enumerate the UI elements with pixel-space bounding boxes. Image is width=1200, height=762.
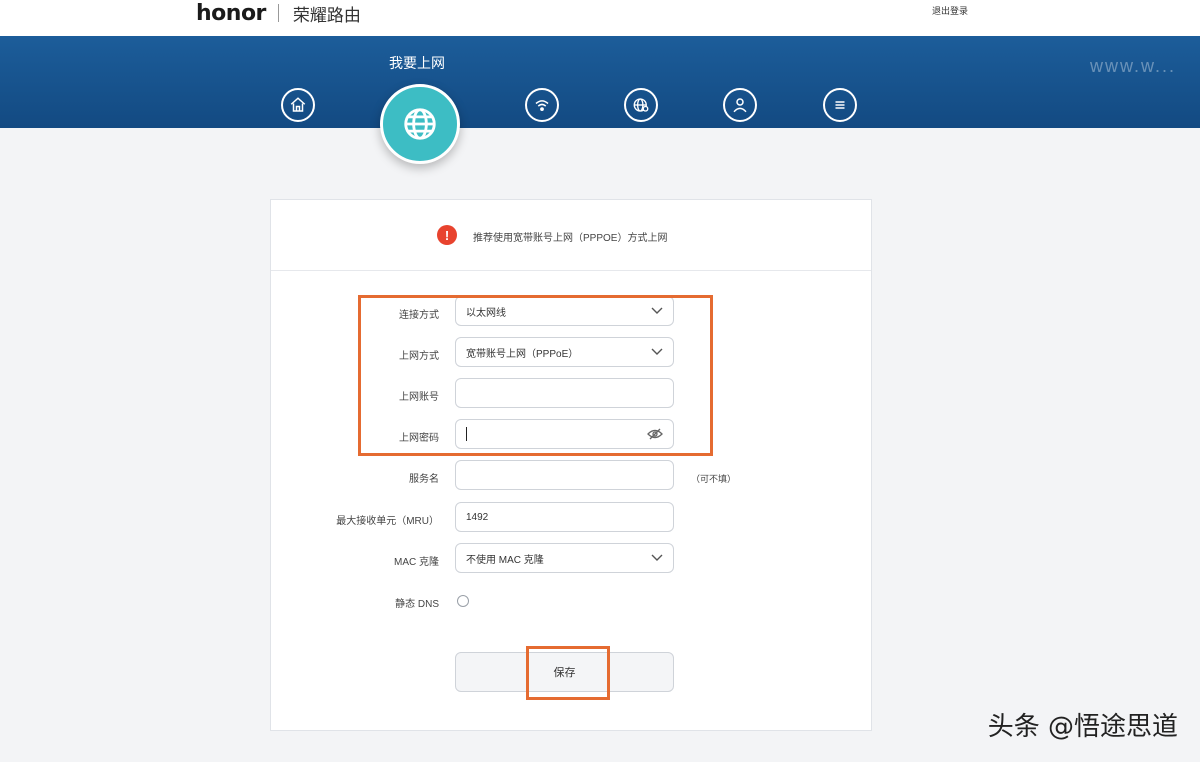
mac-select[interactable]: 不使用 MAC 克隆: [455, 543, 674, 573]
alert-icon: !: [437, 225, 457, 245]
service-input[interactable]: [455, 460, 674, 490]
wifi-icon: [535, 100, 549, 111]
dns-toggle[interactable]: [457, 595, 469, 607]
mru-input[interactable]: 1492: [455, 502, 674, 532]
home-icon: [290, 97, 306, 112]
logout-link[interactable]: 退出登录: [932, 4, 968, 17]
user-icon: [733, 98, 747, 113]
notice-text: 推荐使用宽带账号上网（PPPOE）方式上网: [473, 233, 668, 244]
menu-icon: [835, 101, 845, 109]
top-header: honor 荣耀路由 退出登录: [0, 0, 1200, 36]
active-nav-title: 我要上网: [389, 55, 445, 71]
nav-wifi[interactable]: [525, 88, 559, 122]
mac-value: 不使用 MAC 克隆: [466, 554, 544, 566]
nav-network-settings[interactable]: [624, 88, 658, 122]
brand-divider: [277, 4, 279, 22]
nav-internet[interactable]: [380, 84, 460, 164]
nav-more[interactable]: [823, 88, 857, 122]
nav-home[interactable]: [281, 88, 315, 122]
nav-user[interactable]: [723, 88, 757, 122]
nav-band: www.w...: [0, 36, 1200, 128]
product-name: 荣耀路由: [292, 5, 361, 25]
highlight-save: [526, 646, 610, 700]
chevron-down-icon: [651, 554, 663, 562]
footer-watermark: 头条 @悟途思道: [987, 712, 1178, 742]
brand: honor 荣耀路由: [196, 0, 361, 26]
mru-value: 1492: [466, 511, 489, 523]
mac-label: MAC 克隆: [394, 557, 439, 568]
highlight-credentials: [358, 295, 713, 456]
globe-icon: [404, 108, 436, 140]
banner-watermark: www.w...: [1089, 56, 1176, 76]
service-hint: （可不填）: [691, 474, 737, 484]
mru-label: 最大接收单元（MRU）: [336, 516, 439, 527]
dns-label: 静态 DNS: [395, 599, 439, 610]
globe-settings-icon: [633, 98, 649, 112]
brand-logo: honor: [196, 0, 266, 26]
notice-bar: ! 推荐使用宽带账号上网（PPPOE）方式上网: [271, 200, 871, 271]
service-label: 服务名: [409, 474, 439, 485]
